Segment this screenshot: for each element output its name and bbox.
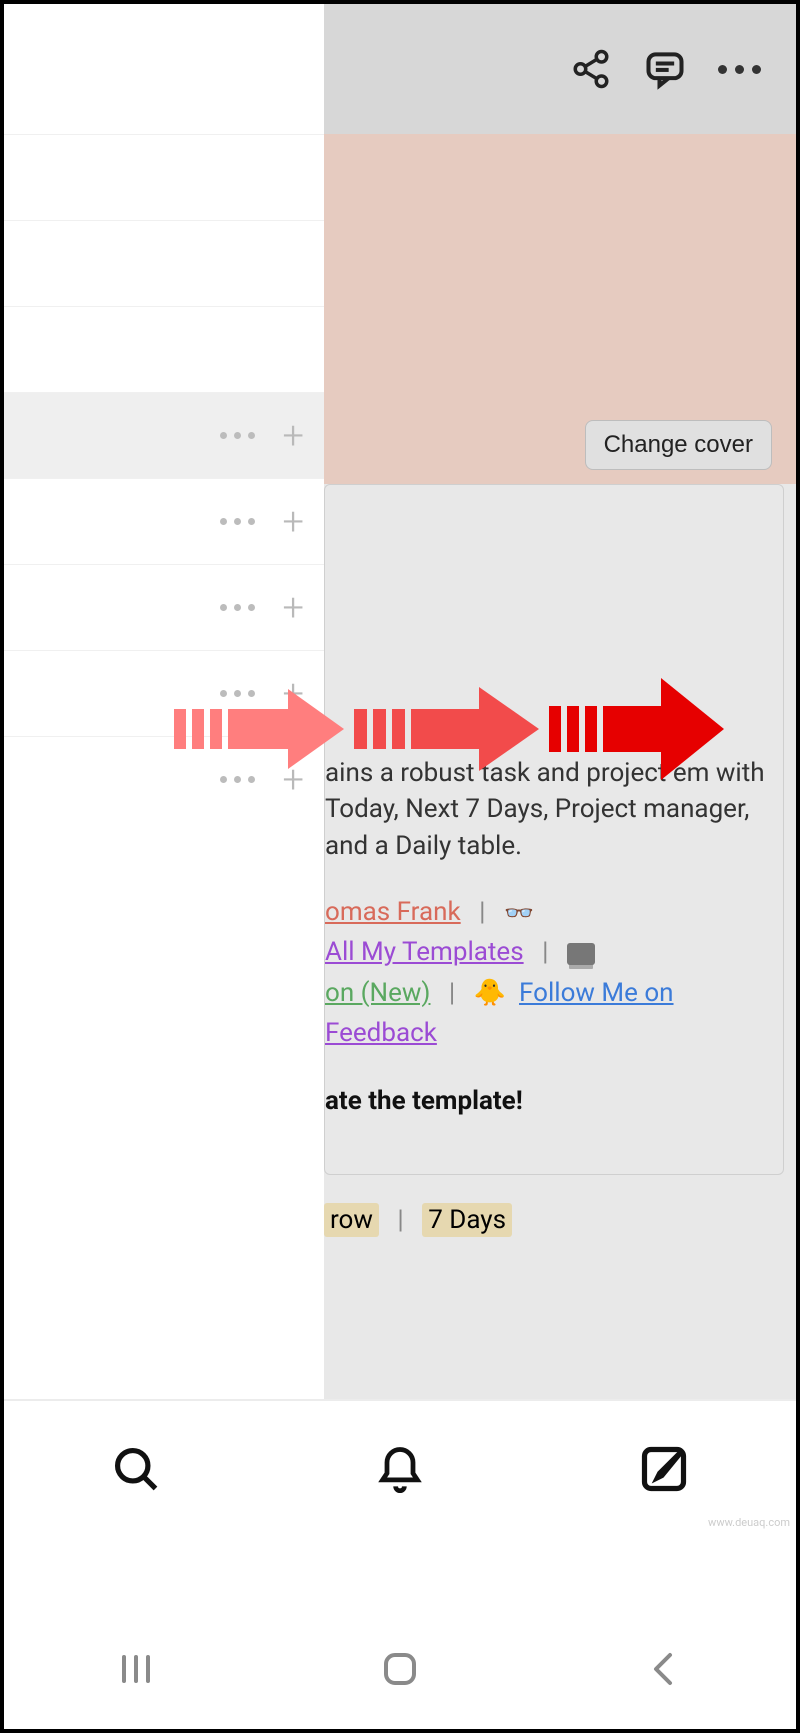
- sidebar-item-add-icon[interactable]: +: [283, 589, 304, 627]
- watermark: www.deuaq.com: [708, 1516, 790, 1529]
- sidebar-item[interactable]: +: [4, 564, 324, 650]
- system-nav-bar: [4, 1609, 796, 1729]
- sidebar-item-add-icon[interactable]: +: [283, 417, 304, 455]
- bottom-app-bar: [4, 1399, 796, 1537]
- change-cover-button[interactable]: Change cover: [585, 420, 772, 470]
- callout-links: omas Frank | 👓 All My Templates | on (Ne…: [325, 892, 767, 1121]
- filter-tomorrow[interactable]: row: [324, 1203, 379, 1237]
- new-link[interactable]: on (New): [325, 978, 430, 1008]
- sidebar-item[interactable]: [4, 306, 324, 392]
- filter-row: row | 7 Days: [324, 1205, 784, 1235]
- follow-link[interactable]: Follow Me on: [519, 978, 674, 1008]
- bell-icon[interactable]: [374, 1443, 426, 1495]
- separator: |: [437, 978, 467, 1008]
- back-icon[interactable]: [644, 1649, 684, 1689]
- glasses-icon: 👓: [504, 895, 534, 932]
- sidebar-item-add-icon[interactable]: +: [283, 503, 304, 541]
- page-cover: Change cover: [324, 134, 796, 484]
- recents-icon[interactable]: [116, 1649, 156, 1689]
- sidebar-item[interactable]: [4, 134, 324, 220]
- separator: |: [530, 937, 560, 967]
- more-icon[interactable]: [716, 46, 762, 92]
- feedback-link[interactable]: Feedback: [325, 1018, 437, 1048]
- sidebar-item-selected[interactable]: +: [4, 392, 324, 478]
- filter-7days[interactable]: 7 Days: [422, 1203, 512, 1237]
- comment-icon[interactable]: [642, 46, 688, 92]
- swipe-arrow-icon: [549, 679, 724, 779]
- page-body: ains a robust task and project em with T…: [324, 484, 796, 1235]
- swipe-arrow-icon: [354, 679, 539, 779]
- author-link[interactable]: omas Frank: [325, 897, 461, 927]
- share-icon[interactable]: [568, 46, 614, 92]
- search-icon[interactable]: [110, 1443, 162, 1495]
- sidebar-item-more-icon[interactable]: [220, 432, 255, 439]
- home-icon[interactable]: [380, 1649, 420, 1689]
- top-toolbar: [324, 4, 796, 134]
- chick-icon: 🐥: [474, 978, 506, 1008]
- callout-box: ains a robust task and project em with T…: [324, 484, 784, 1175]
- separator: |: [467, 897, 497, 927]
- sidebar-item-more-icon[interactable]: [220, 604, 255, 611]
- compose-icon[interactable]: [638, 1443, 690, 1495]
- templates-link[interactable]: All My Templates: [325, 937, 524, 967]
- app-frame: Change cover ains a robust task and proj…: [0, 0, 800, 1733]
- swipe-arrow-icon: [174, 679, 344, 779]
- separator: |: [385, 1205, 415, 1235]
- callout-cta: ate the template!: [325, 1081, 767, 1121]
- sidebar-item-more-icon[interactable]: [220, 518, 255, 525]
- sidebar-item[interactable]: +: [4, 478, 324, 564]
- monitor-icon: [567, 943, 595, 965]
- sidebar-item[interactable]: [4, 220, 324, 306]
